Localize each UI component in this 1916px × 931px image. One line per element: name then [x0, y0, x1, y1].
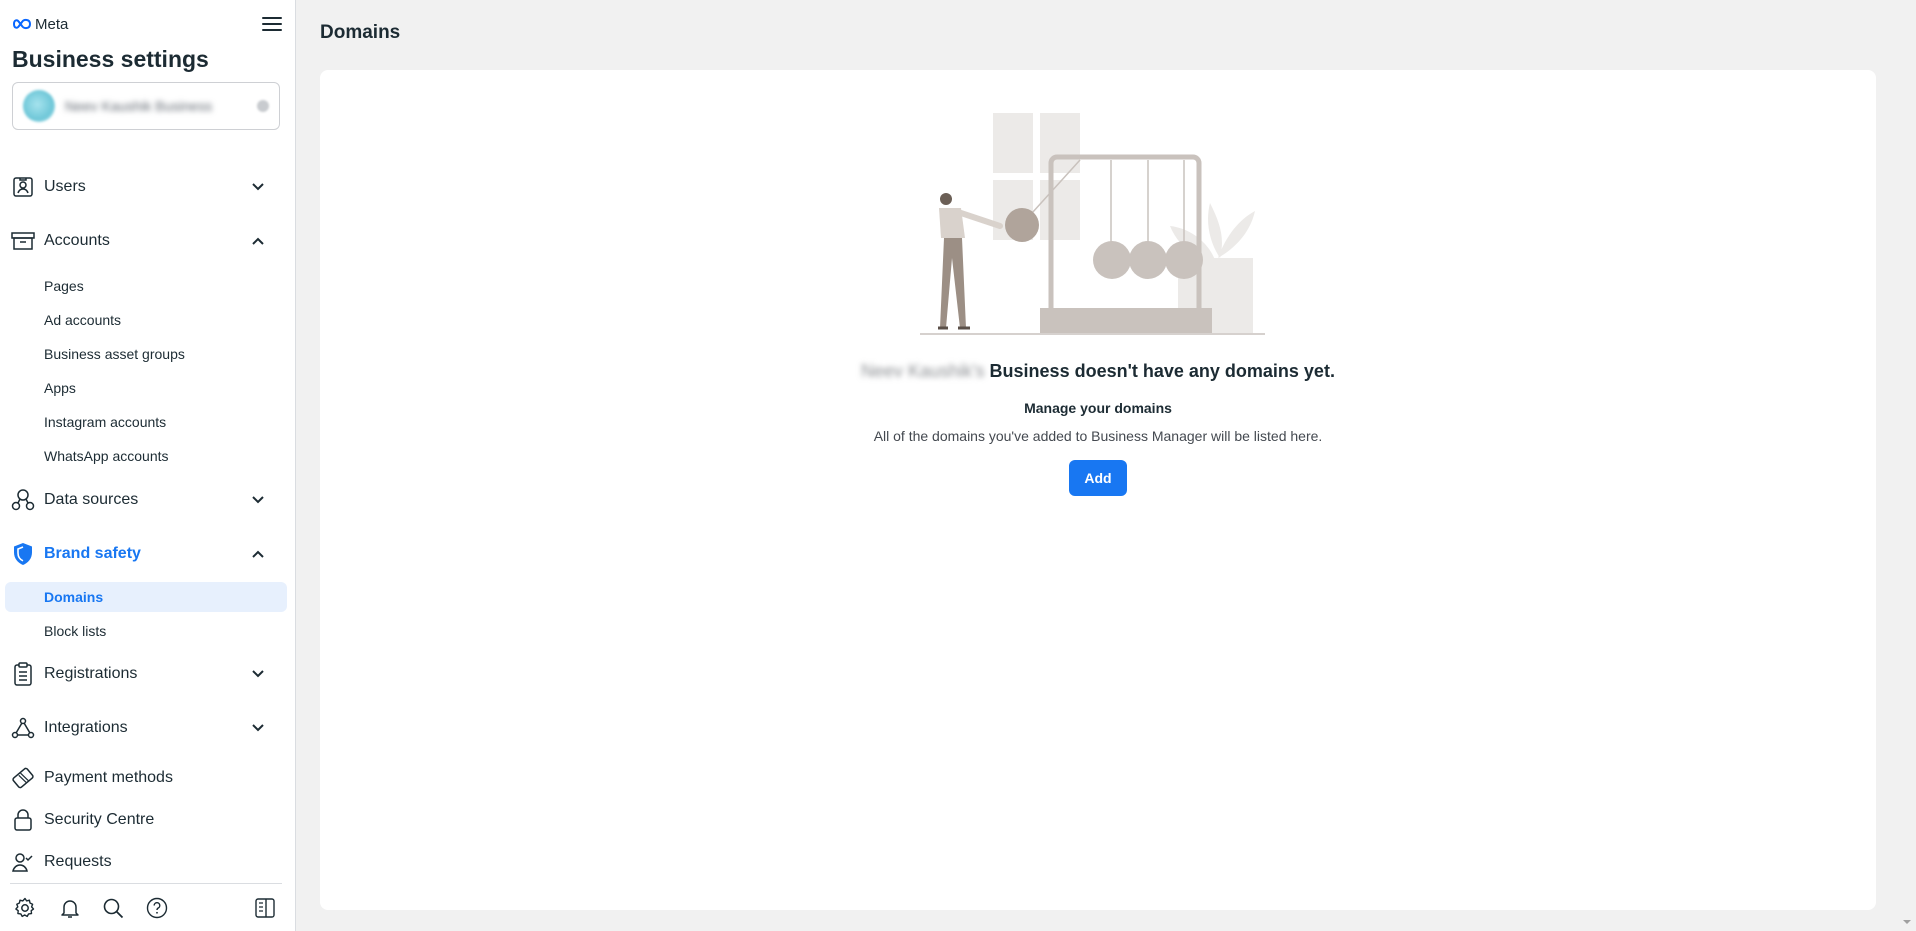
chevron-down-icon [250, 720, 266, 736]
panel-toggle-icon[interactable] [253, 896, 277, 920]
business-avatar [23, 90, 55, 122]
sidebar-item-brand-safety[interactable]: Brand safety [0, 537, 288, 571]
chevron-up-icon [250, 546, 266, 562]
lock-icon [11, 808, 35, 832]
sidebar-subitem-ad-accounts[interactable]: Ad accounts [5, 305, 287, 335]
page-title: Business settings [12, 46, 209, 72]
empty-state-title: Neev Kaushik's Business doesn't have any… [320, 361, 1876, 382]
selector-arrow-icon [257, 100, 269, 112]
sidebar: Meta Business settings Neev Kaushik Busi… [0, 0, 296, 931]
sidebar-subitem-block-lists[interactable]: Block lists [5, 616, 287, 646]
sidebar-item-users[interactable]: Users [0, 170, 288, 204]
sidebar-item-label: Accounts [44, 232, 110, 249]
sidebar-item-payment-methods[interactable]: Payment methods [0, 761, 288, 795]
add-domain-button[interactable]: Add [1069, 460, 1127, 496]
user-check-icon [11, 850, 35, 874]
hamburger-menu-icon[interactable] [260, 12, 284, 36]
business-selector[interactable]: Neev Kaushik Business [12, 82, 280, 130]
sidebar-subitem-label: Ad accounts [44, 312, 122, 328]
search-icon[interactable] [101, 896, 125, 920]
sidebar-subitem-instagram-accounts[interactable]: Instagram accounts [5, 407, 287, 437]
logo-row: Meta [12, 12, 284, 36]
sidebar-item-label: Data sources [44, 491, 139, 508]
meta-logo-text: Meta [35, 15, 69, 33]
sidebar-item-label: Payment methods [44, 769, 173, 786]
sidebar-subitem-label: WhatsApp accounts [44, 448, 169, 464]
sidebar-subitem-apps[interactable]: Apps [5, 373, 287, 403]
sidebar-item-integrations[interactable]: Integrations [0, 711, 288, 745]
sidebar-subitem-label: Domains [44, 589, 104, 605]
chevron-down-icon [250, 666, 266, 682]
sidebar-item-security-centre[interactable]: Security Centre [0, 803, 288, 837]
chevron-down-icon [250, 492, 266, 508]
domains-panel: Neev Kaushik's Business doesn't have any… [320, 70, 1876, 910]
empty-state-subtitle: Manage your domains [1024, 400, 1172, 416]
sidebar-item-label: Security Centre [44, 811, 155, 828]
sidebar-subitem-label: Pages [44, 278, 84, 294]
sidebar-subitem-label: Apps [44, 380, 76, 396]
business-name: Neev Kaushik Business [65, 98, 213, 114]
archive-icon [11, 229, 35, 253]
sidebar-item-label: Registrations [44, 665, 138, 682]
scroll-down-arrow-icon[interactable] [1902, 917, 1912, 927]
meta-logo[interactable]: Meta [12, 16, 68, 33]
clipboard-icon [11, 662, 35, 686]
shield-icon [11, 542, 35, 566]
sidebar-item-data-sources[interactable]: Data sources [0, 483, 288, 517]
help-icon[interactable] [145, 896, 169, 920]
gear-icon[interactable] [13, 896, 37, 920]
main-title: Domains [320, 22, 401, 43]
sidebar-item-label: Brand safety [44, 545, 141, 562]
sidebar-subitem-domains[interactable]: Domains [5, 582, 287, 612]
network-icon [11, 716, 35, 740]
sidebar-item-label: Requests [44, 853, 112, 870]
bell-icon[interactable] [58, 896, 82, 920]
sidebar-item-accounts[interactable]: Accounts [0, 224, 288, 258]
empty-state-description: All of the domains you've added to Busin… [873, 428, 1323, 444]
user-id-icon [11, 175, 35, 199]
business-name-blurred: Neev Kaushik's [861, 361, 985, 381]
chevron-down-icon [250, 179, 266, 195]
meta-infinity-icon [12, 18, 32, 30]
sidebar-subitem-business-asset-groups[interactable]: Business asset groups [5, 339, 287, 369]
sidebar-bottom-bar [10, 883, 282, 931]
sidebar-subitem-label: Business asset groups [44, 346, 185, 362]
sidebar-item-label: Users [44, 178, 86, 195]
data-sources-icon [11, 488, 35, 512]
empty-state-title-text: Business doesn't have any domains yet. [989, 361, 1335, 381]
card-icon [11, 766, 35, 790]
sidebar-item-label: Integrations [44, 719, 128, 736]
sidebar-subitem-pages[interactable]: Pages [5, 271, 287, 301]
sidebar-item-requests[interactable]: Requests [0, 845, 288, 879]
sidebar-subitem-whatsapp-accounts[interactable]: WhatsApp accounts [5, 441, 287, 471]
sidebar-subitem-label: Block lists [44, 623, 107, 639]
newtons-cradle-illustration [920, 113, 1265, 335]
sidebar-subitem-label: Instagram accounts [44, 414, 167, 430]
sidebar-item-registrations[interactable]: Registrations [0, 657, 288, 691]
chevron-up-icon [250, 233, 266, 249]
